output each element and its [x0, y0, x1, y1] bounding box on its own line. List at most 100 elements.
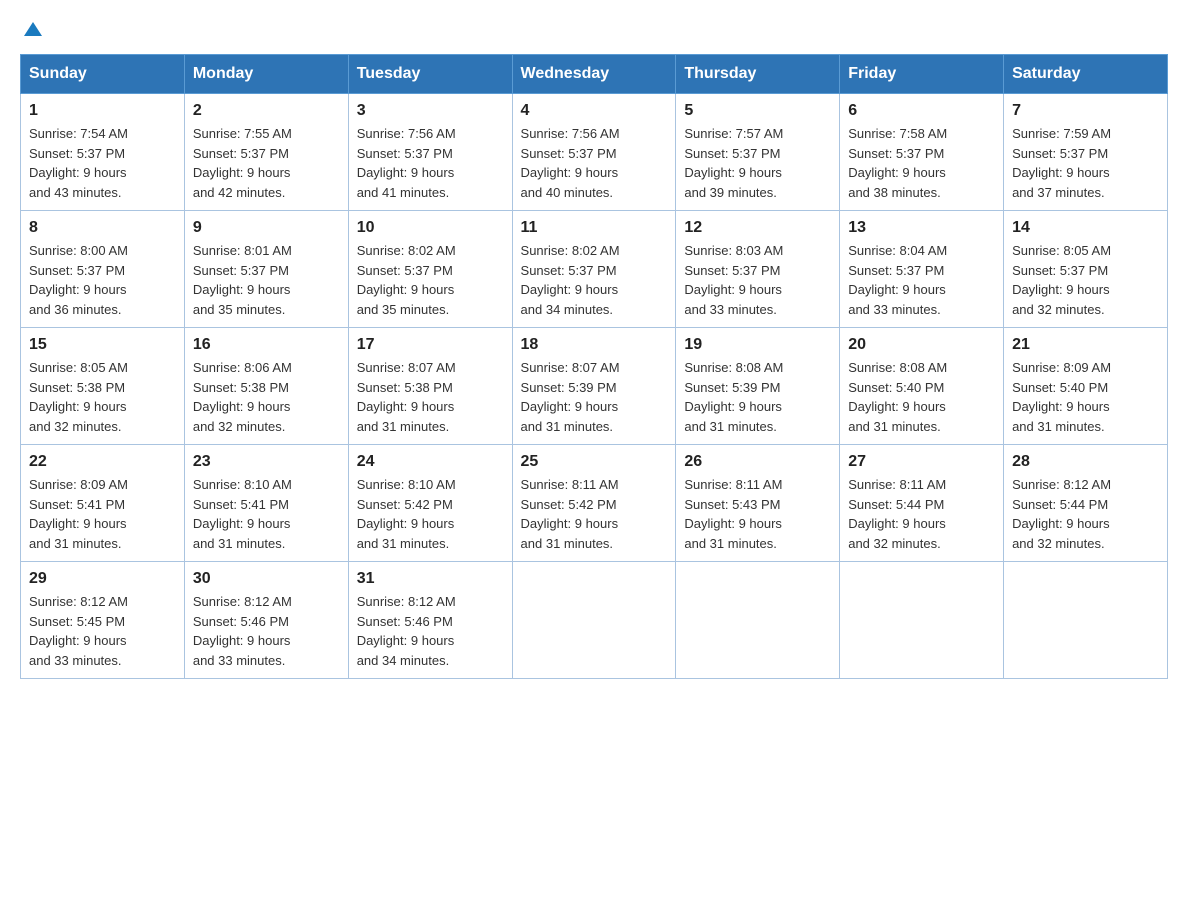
calendar-cell: 3 Sunrise: 7:56 AMSunset: 5:37 PMDayligh… — [348, 94, 512, 211]
day-info: Sunrise: 8:11 AMSunset: 5:44 PMDaylight:… — [848, 475, 995, 553]
calendar-cell: 7 Sunrise: 7:59 AMSunset: 5:37 PMDayligh… — [1004, 94, 1168, 211]
day-info: Sunrise: 7:56 AMSunset: 5:37 PMDaylight:… — [521, 124, 668, 202]
day-info: Sunrise: 8:12 AMSunset: 5:46 PMDaylight:… — [193, 592, 340, 670]
calendar-cell: 30 Sunrise: 8:12 AMSunset: 5:46 PMDaylig… — [184, 562, 348, 679]
day-number: 27 — [848, 453, 995, 471]
day-info: Sunrise: 7:54 AMSunset: 5:37 PMDaylight:… — [29, 124, 176, 202]
calendar-cell: 1 Sunrise: 7:54 AMSunset: 5:37 PMDayligh… — [21, 94, 185, 211]
calendar-cell: 31 Sunrise: 8:12 AMSunset: 5:46 PMDaylig… — [348, 562, 512, 679]
day-info: Sunrise: 8:05 AMSunset: 5:37 PMDaylight:… — [1012, 241, 1159, 319]
day-number: 11 — [521, 219, 668, 237]
day-number: 31 — [357, 570, 504, 588]
day-number: 1 — [29, 102, 176, 120]
logo-text — [20, 20, 44, 38]
calendar-cell: 22 Sunrise: 8:09 AMSunset: 5:41 PMDaylig… — [21, 445, 185, 562]
day-number: 13 — [848, 219, 995, 237]
logo-triangle-icon — [24, 20, 42, 38]
calendar-cell: 25 Sunrise: 8:11 AMSunset: 5:42 PMDaylig… — [512, 445, 676, 562]
day-number: 26 — [684, 453, 831, 471]
day-number: 15 — [29, 336, 176, 354]
weekday-row: SundayMondayTuesdayWednesdayThursdayFrid… — [21, 55, 1168, 94]
calendar-cell: 15 Sunrise: 8:05 AMSunset: 5:38 PMDaylig… — [21, 328, 185, 445]
calendar-cell: 5 Sunrise: 7:57 AMSunset: 5:37 PMDayligh… — [676, 94, 840, 211]
page-header — [20, 20, 1168, 34]
calendar-body: 1 Sunrise: 7:54 AMSunset: 5:37 PMDayligh… — [21, 94, 1168, 679]
day-info: Sunrise: 8:02 AMSunset: 5:37 PMDaylight:… — [357, 241, 504, 319]
weekday-header-friday: Friday — [840, 55, 1004, 94]
calendar-cell: 20 Sunrise: 8:08 AMSunset: 5:40 PMDaylig… — [840, 328, 1004, 445]
calendar-week-4: 22 Sunrise: 8:09 AMSunset: 5:41 PMDaylig… — [21, 445, 1168, 562]
day-info: Sunrise: 8:12 AMSunset: 5:44 PMDaylight:… — [1012, 475, 1159, 553]
calendar-cell: 23 Sunrise: 8:10 AMSunset: 5:41 PMDaylig… — [184, 445, 348, 562]
day-number: 6 — [848, 102, 995, 120]
day-number: 14 — [1012, 219, 1159, 237]
day-number: 28 — [1012, 453, 1159, 471]
calendar-header: SundayMondayTuesdayWednesdayThursdayFrid… — [21, 55, 1168, 94]
day-info: Sunrise: 8:00 AMSunset: 5:37 PMDaylight:… — [29, 241, 176, 319]
day-number: 19 — [684, 336, 831, 354]
day-info: Sunrise: 7:55 AMSunset: 5:37 PMDaylight:… — [193, 124, 340, 202]
day-info: Sunrise: 8:05 AMSunset: 5:38 PMDaylight:… — [29, 358, 176, 436]
day-info: Sunrise: 8:11 AMSunset: 5:43 PMDaylight:… — [684, 475, 831, 553]
day-number: 8 — [29, 219, 176, 237]
day-info: Sunrise: 8:12 AMSunset: 5:45 PMDaylight:… — [29, 592, 176, 670]
day-number: 23 — [193, 453, 340, 471]
day-number: 24 — [357, 453, 504, 471]
day-number: 25 — [521, 453, 668, 471]
calendar-cell: 24 Sunrise: 8:10 AMSunset: 5:42 PMDaylig… — [348, 445, 512, 562]
calendar-cell: 16 Sunrise: 8:06 AMSunset: 5:38 PMDaylig… — [184, 328, 348, 445]
calendar-cell — [840, 562, 1004, 679]
calendar-cell: 18 Sunrise: 8:07 AMSunset: 5:39 PMDaylig… — [512, 328, 676, 445]
weekday-header-tuesday: Tuesday — [348, 55, 512, 94]
logo — [20, 20, 44, 34]
day-info: Sunrise: 8:03 AMSunset: 5:37 PMDaylight:… — [684, 241, 831, 319]
day-info: Sunrise: 7:56 AMSunset: 5:37 PMDaylight:… — [357, 124, 504, 202]
day-number: 12 — [684, 219, 831, 237]
calendar-cell: 11 Sunrise: 8:02 AMSunset: 5:37 PMDaylig… — [512, 211, 676, 328]
day-number: 21 — [1012, 336, 1159, 354]
calendar-cell — [1004, 562, 1168, 679]
day-info: Sunrise: 8:09 AMSunset: 5:40 PMDaylight:… — [1012, 358, 1159, 436]
day-info: Sunrise: 8:10 AMSunset: 5:42 PMDaylight:… — [357, 475, 504, 553]
day-info: Sunrise: 8:07 AMSunset: 5:39 PMDaylight:… — [521, 358, 668, 436]
calendar-week-1: 1 Sunrise: 7:54 AMSunset: 5:37 PMDayligh… — [21, 94, 1168, 211]
day-number: 16 — [193, 336, 340, 354]
calendar-cell — [676, 562, 840, 679]
weekday-header-wednesday: Wednesday — [512, 55, 676, 94]
calendar-cell: 10 Sunrise: 8:02 AMSunset: 5:37 PMDaylig… — [348, 211, 512, 328]
day-number: 9 — [193, 219, 340, 237]
day-info: Sunrise: 8:09 AMSunset: 5:41 PMDaylight:… — [29, 475, 176, 553]
day-info: Sunrise: 8:06 AMSunset: 5:38 PMDaylight:… — [193, 358, 340, 436]
day-number: 22 — [29, 453, 176, 471]
calendar-cell: 27 Sunrise: 8:11 AMSunset: 5:44 PMDaylig… — [840, 445, 1004, 562]
day-info: Sunrise: 7:59 AMSunset: 5:37 PMDaylight:… — [1012, 124, 1159, 202]
calendar-cell: 29 Sunrise: 8:12 AMSunset: 5:45 PMDaylig… — [21, 562, 185, 679]
calendar-cell: 8 Sunrise: 8:00 AMSunset: 5:37 PMDayligh… — [21, 211, 185, 328]
day-number: 5 — [684, 102, 831, 120]
calendar-cell: 21 Sunrise: 8:09 AMSunset: 5:40 PMDaylig… — [1004, 328, 1168, 445]
day-info: Sunrise: 8:10 AMSunset: 5:41 PMDaylight:… — [193, 475, 340, 553]
calendar-cell: 12 Sunrise: 8:03 AMSunset: 5:37 PMDaylig… — [676, 211, 840, 328]
day-number: 30 — [193, 570, 340, 588]
day-info: Sunrise: 8:12 AMSunset: 5:46 PMDaylight:… — [357, 592, 504, 670]
calendar-table: SundayMondayTuesdayWednesdayThursdayFrid… — [20, 54, 1168, 679]
day-info: Sunrise: 8:08 AMSunset: 5:40 PMDaylight:… — [848, 358, 995, 436]
day-info: Sunrise: 8:02 AMSunset: 5:37 PMDaylight:… — [521, 241, 668, 319]
day-number: 7 — [1012, 102, 1159, 120]
day-info: Sunrise: 7:58 AMSunset: 5:37 PMDaylight:… — [848, 124, 995, 202]
calendar-cell: 19 Sunrise: 8:08 AMSunset: 5:39 PMDaylig… — [676, 328, 840, 445]
day-info: Sunrise: 8:01 AMSunset: 5:37 PMDaylight:… — [193, 241, 340, 319]
weekday-header-sunday: Sunday — [21, 55, 185, 94]
calendar-cell: 26 Sunrise: 8:11 AMSunset: 5:43 PMDaylig… — [676, 445, 840, 562]
day-number: 20 — [848, 336, 995, 354]
calendar-cell — [512, 562, 676, 679]
calendar-cell: 9 Sunrise: 8:01 AMSunset: 5:37 PMDayligh… — [184, 211, 348, 328]
day-info: Sunrise: 8:07 AMSunset: 5:38 PMDaylight:… — [357, 358, 504, 436]
day-number: 4 — [521, 102, 668, 120]
calendar-week-3: 15 Sunrise: 8:05 AMSunset: 5:38 PMDaylig… — [21, 328, 1168, 445]
day-number: 2 — [193, 102, 340, 120]
day-number: 29 — [29, 570, 176, 588]
day-number: 18 — [521, 336, 668, 354]
day-info: Sunrise: 7:57 AMSunset: 5:37 PMDaylight:… — [684, 124, 831, 202]
calendar-week-2: 8 Sunrise: 8:00 AMSunset: 5:37 PMDayligh… — [21, 211, 1168, 328]
